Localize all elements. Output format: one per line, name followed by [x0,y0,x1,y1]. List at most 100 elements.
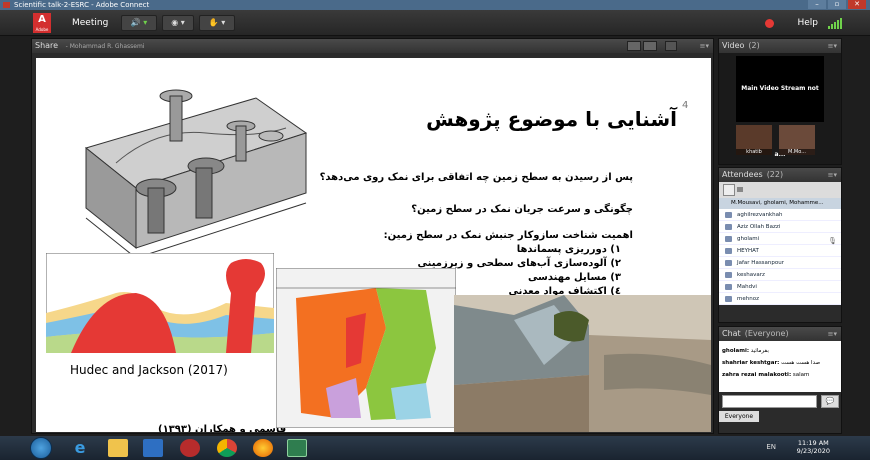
slide-question-1: پس از رسیدن به سطح زمین چه اتفاقی برای ن… [319,172,633,183]
chat-pod-header: Chat (Everyone) ≡▾ [719,327,841,341]
internet-explorer-icon[interactable]: e [70,439,90,457]
chrome-icon[interactable] [217,439,237,457]
video-thumbnail[interactable]: khatib [736,125,772,155]
attendee-count: (22) [766,170,784,179]
maximize-button[interactable]: ▫ [828,0,846,9]
raise-hand-button[interactable]: ✋ ▾ [199,15,235,31]
system-clock[interactable]: 11:19 AM 9/23/2020 [797,439,830,455]
attendee-row[interactable]: HEYHAT [719,245,841,257]
share-pod-title: Share [35,41,59,50]
slide-title: آشنایی با موضوع پژوهش [426,107,677,131]
attendee-name: gholami [737,236,760,242]
clock-time: 11:19 AM [797,439,829,447]
salt-diapir-block-diagram [84,89,308,259]
start-button[interactable] [30,437,52,459]
chat-message: gholami: بفرمائید [722,345,838,357]
speaker-button[interactable]: 🔊 ▾ [121,15,157,31]
attendee-name: Jafar Hassanpour [737,260,785,266]
chat-pod: Chat (Everyone) ≡▾ gholami: بفرمائید shah… [718,326,842,434]
person-icon [725,212,732,218]
media-player-icon[interactable] [143,439,163,457]
chat-pod-title: Chat [722,329,741,338]
fullscreen-icon[interactable] [665,41,677,51]
outcrop-photo [454,295,711,432]
adobe-connect-taskbar-icon[interactable] [287,439,307,457]
chat-text: بفرمائید [750,348,769,354]
chat-sender: shahriar keshtgar: [722,360,780,366]
chat-sender: gholami: [722,348,750,354]
chat-input[interactable] [722,395,817,408]
person-icon [725,224,732,230]
attendee-row[interactable]: mehnoz [719,293,841,305]
attendee-name: aghilrezvankhah [737,212,783,218]
chat-sender: zahra rezai malakooti: [722,372,792,378]
attendee-row[interactable]: Jafar Hassanpour [719,257,841,269]
help-menu[interactable]: Help [797,18,818,28]
connection-signal-icon [828,17,842,29]
video-thumbnail[interactable]: M.Mo... [779,125,815,155]
person-icon [725,296,732,302]
chat-message: zahra rezai malakooti: salam [722,369,838,381]
attendee-row[interactable]: keshavarz [719,269,841,281]
meeting-menu[interactable]: Meeting [72,18,108,28]
window-controls: – ▫ ✕ [808,0,866,9]
layout-toggle-button[interactable] [627,41,641,51]
person-icon [725,248,732,254]
send-message-icon[interactable]: 💬 [821,395,839,408]
list-view-icon[interactable] [723,184,735,196]
main-video-stream[interactable]: Main Video Stream not a... [736,56,824,158]
video-count: (2) [748,41,760,50]
attendees-pod-title: Attendees [722,170,763,179]
window-title: Scientific talk-2-ESRC - Adobe Connect [14,1,150,9]
minimize-button[interactable]: – [808,0,826,9]
video-pod-menu-icon[interactable]: ≡▾ [828,39,837,53]
clock-date: 9/23/2020 [796,447,830,455]
main-toolbar: A Adobe Meeting 🔊 ▾ ◉ ▾ ✋ ▾ Help [0,10,870,36]
geological-map [276,268,456,428]
attendees-pod-header: Attendees (22) ≡▾ [719,168,841,182]
chat-pod-menu-icon[interactable]: ≡▾ [828,327,837,341]
pod-options-menu-icon[interactable]: ≡▾ [700,39,709,53]
person-icon [725,236,732,242]
chat-message: shahriar keshtgar: صدا هست هست [722,357,838,369]
attendees-pod-menu-icon[interactable]: ≡▾ [828,168,837,182]
citation-english: Hudec and Jackson (2017) [70,363,228,377]
layout-toggle-button-2[interactable] [643,41,657,51]
attendee-group-header[interactable]: M.Mousavi, gholami, Mohamme... [719,198,841,209]
attendees-pod: Attendees (22) ≡▾ M.Mousavi, gholami, Moh… [718,167,842,323]
presentation-slide: 4 آشنایی با موضوع پژوهش پس از رسیدن به س… [36,58,711,432]
app-icon-red[interactable] [180,439,200,457]
chat-tab-everyone[interactable]: Everyone [719,411,759,422]
attendee-row[interactable]: aghilrezvankhah [719,209,841,221]
adobe-connect-window: Scientific talk-2-ESRC - Adobe Connect –… [0,0,870,460]
presenter-name: - Mohammad R. Ghassemi [65,43,145,50]
attendee-list: aghilrezvankhah Aziz Ollah Bazzi gholami… [719,209,841,305]
list-item: ۱) دورریزی پسماندها [516,244,621,255]
camera-button[interactable]: ◉ ▾ [162,15,194,31]
attendee-name: keshavarz [737,272,765,278]
video-pod: Video(2) ≡▾ Main Video Stream not a... k… [718,38,842,165]
video-pod-header: Video (2) ≡▾ [719,39,841,53]
share-pod-header: Share - Mohammad R. Ghassemi ≡▾ [32,39,713,53]
video-area: Main Video Stream not a... khatib M.Mo..… [719,53,841,164]
windows-taskbar: e EN 11:19 AM 9/23/2020 [0,436,870,460]
app-icon [3,2,10,8]
language-indicator[interactable]: EN [766,443,776,451]
attendee-name: Aziz Ollah Bazzi [737,224,781,230]
slide-question-2: چگونگی و سرعت جریان نمک در سطح زمین؟ [411,204,633,215]
firefox-icon[interactable] [253,439,273,457]
attendee-name: HEYHAT [737,248,759,254]
attendee-row[interactable]: Aziz Ollah Bazzi [719,221,841,233]
close-button[interactable]: ✕ [848,0,866,9]
slide-importance-heading: اهمیت شناخت سازوکار جنبش نمک در سطح زمین… [383,230,633,241]
file-explorer-icon[interactable] [108,439,128,457]
attendees-toolbar [719,182,841,198]
share-pod: Share - Mohammad R. Ghassemi ≡▾ 4 آشنایی… [31,38,714,434]
attendee-row[interactable]: Mahdvi [719,281,841,293]
attendee-name: mehnoz [737,296,759,302]
attendee-name: Mahdvi [737,284,757,290]
video-thumbnail-label: khatib [736,149,772,155]
view-dropdown-icon[interactable] [737,187,743,192]
attendee-row[interactable]: gholami 🎙 [719,233,841,245]
slide-number: 4 [682,100,689,111]
